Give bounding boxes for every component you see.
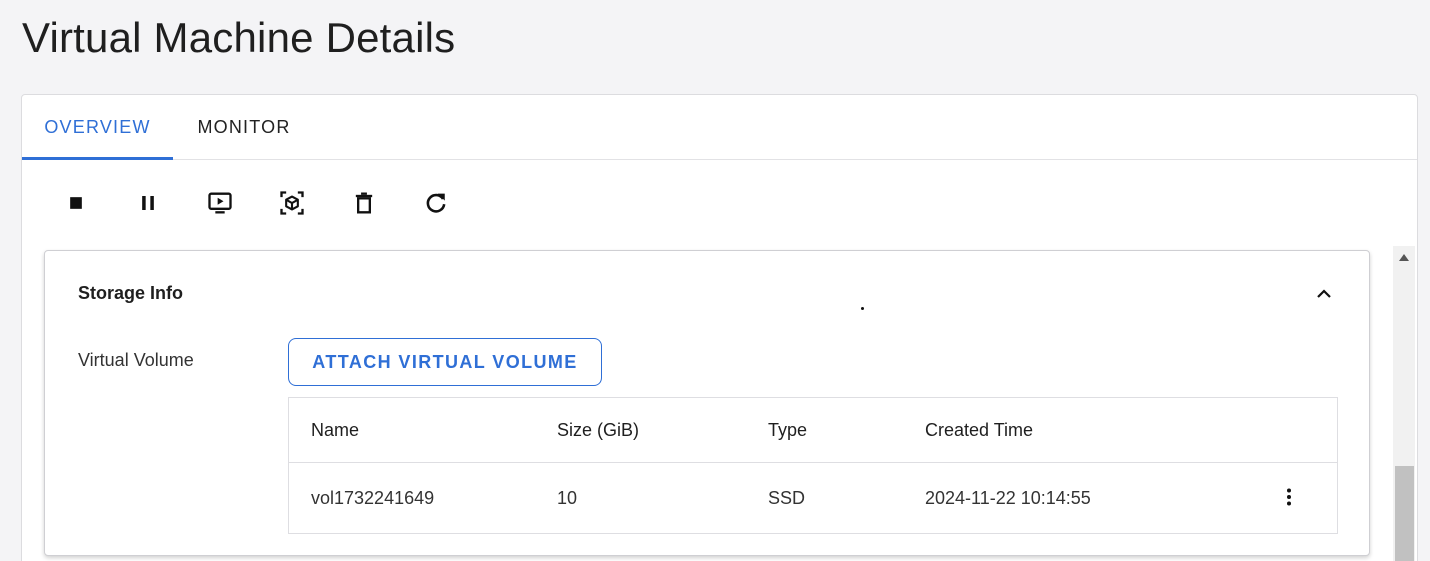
- column-header-name: Name: [311, 419, 360, 440]
- volume-created-cell: 2024-11-22 10:14:55: [925, 487, 1091, 508]
- virtual-volume-label: Virtual Volume: [78, 350, 194, 370]
- row-actions-button[interactable]: [1275, 483, 1303, 511]
- table-header-row: Name Size (GiB) Type Created Time: [289, 398, 1337, 463]
- tab-bar: OVERVIEW MONITOR: [22, 95, 1417, 160]
- snapshot-icon: [280, 191, 304, 215]
- stray-dot: [861, 307, 864, 310]
- details-card: OVERVIEW MONITOR Storage Info Virtual Vo…: [21, 94, 1418, 561]
- pause-button[interactable]: [130, 185, 166, 221]
- tab-monitor-label: MONITOR: [197, 117, 291, 137]
- delete-icon: [355, 192, 373, 214]
- tab-overview[interactable]: OVERVIEW: [22, 95, 173, 160]
- tab-overview-label: OVERVIEW: [44, 117, 151, 137]
- console-icon: [208, 192, 232, 214]
- column-header-type: Type: [768, 419, 808, 440]
- stop-button[interactable]: [58, 185, 94, 221]
- chevron-up-icon: [1317, 289, 1331, 298]
- column-header-size: Size (GiB): [557, 419, 640, 440]
- column-header-created-time: Created Time: [925, 419, 1034, 440]
- console-button[interactable]: [202, 185, 238, 221]
- scrollbar-thumb[interactable]: [1395, 466, 1414, 561]
- snapshot-button[interactable]: [274, 185, 310, 221]
- attach-virtual-volume-button[interactable]: ATTACH VIRTUAL VOLUME: [288, 338, 602, 386]
- more-vertical-icon: [1287, 488, 1291, 506]
- collapse-button[interactable]: [1311, 281, 1337, 307]
- refresh-button[interactable]: [418, 185, 454, 221]
- vertical-scrollbar[interactable]: [1393, 246, 1415, 561]
- storage-info-panel: Storage Info Virtual Volume ATTACH VIRTU…: [44, 250, 1370, 556]
- table-row: vol1732241649 10 SSD 2024-11-22 10:14:55: [289, 463, 1337, 533]
- scroll-up-arrow-icon[interactable]: [1399, 254, 1409, 261]
- stop-icon: [70, 197, 82, 209]
- refresh-icon: [426, 193, 446, 213]
- volume-type-cell: SSD: [768, 487, 806, 508]
- details-scroll-area: Storage Info Virtual Volume ATTACH VIRTU…: [44, 250, 1374, 561]
- active-tab-indicator: [22, 157, 173, 160]
- page-title: Virtual Machine Details: [22, 14, 456, 61]
- pause-icon: [142, 196, 154, 210]
- volume-name-cell: vol1732241649: [311, 487, 435, 508]
- volume-table: Name Size (GiB) Type Created Time vol173…: [288, 397, 1338, 534]
- storage-info-title: Storage Info: [78, 283, 184, 303]
- delete-button[interactable]: [346, 185, 382, 221]
- tab-monitor[interactable]: MONITOR: [173, 95, 315, 160]
- volume-size-cell: 10: [557, 487, 578, 508]
